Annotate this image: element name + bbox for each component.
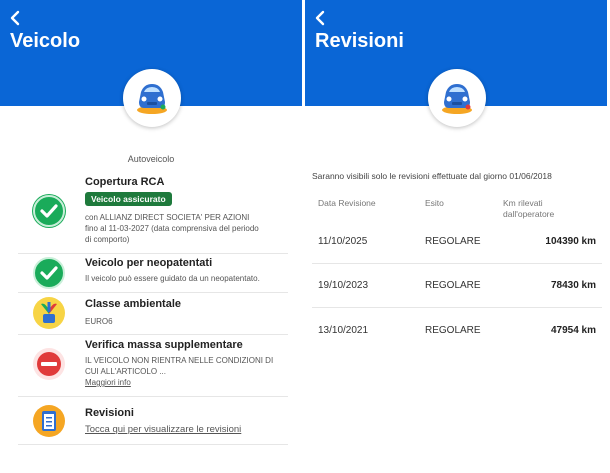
col-header-km-line1: Km rilevati [503,198,543,208]
section-label: Autoveicolo [127,154,175,164]
col-header-esito: Esito [425,198,444,208]
back-button[interactable] [313,10,327,26]
car-icon [137,84,167,114]
car-avatar [428,69,486,127]
classe-detail: EURO6 [85,317,113,326]
revision-esito: REGOLARE [425,325,481,336]
revisioni-row[interactable]: Revisioni Tocca qui per visualizzare le … [18,397,288,445]
massa-row: Verifica massa supplementare IL VEICOLO … [18,335,288,397]
revision-km: 47954 km [550,325,596,336]
rca-title: Copertura RCA [85,176,165,188]
revisions-note: Saranno visibili solo le revisioni effet… [312,171,552,181]
rca-detail-3: di comporto) [85,235,130,244]
neopatentati-row: Veicolo per neopatentati Il veicolo può … [18,254,288,293]
massa-detail-1: IL VEICOLO NON RIENTRA NELLE CONDIZIONI … [85,356,274,365]
back-button[interactable] [8,10,22,26]
revision-date: 11/10/2025 [318,236,368,247]
revision-esito: REGOLARE [425,280,481,291]
page-title: Veicolo [10,30,81,52]
neopatentati-detail: Il veicolo può essere guidato da un neop… [85,274,260,283]
table-row: 19/10/2023 REGOLARE 78430 km [312,264,602,308]
classe-row: Classe ambientale EURO6 [18,293,288,335]
insured-badge: Veicolo assicurato [85,192,172,206]
view-revisions-link[interactable]: Tocca qui per visualizzare le revisioni [85,424,288,435]
col-header-km: Km rilevati dall'operatore [503,198,554,220]
check-icon [32,256,66,290]
revision-km: 104390 km [545,236,596,247]
classe-title: Classe ambientale [85,298,181,310]
page-title: Revisioni [315,30,404,52]
neopatentati-title: Veicolo per neopatentati [85,257,213,269]
rca-detail-1: con ALLIANZ DIRECT SOCIETA' PER AZIONI [85,213,250,222]
col-header-km-line2: dall'operatore [503,209,555,219]
massa-detail-2: CUI ALL'ARTICOLO ... [85,367,166,376]
car-icon [442,84,472,114]
check-icon [32,194,66,228]
eco-plant-icon [32,296,66,330]
massa-title: Verifica massa supplementare [85,339,243,351]
vehicle-panel: Veicolo Autoveicolo Copertura RCA Veicol… [0,0,302,473]
car-avatar [123,69,181,127]
chevron-left-icon [10,10,20,26]
rca-row: Copertura RCA Veicolo assicurato con ALL… [18,172,288,254]
revision-esito: REGOLARE [425,236,481,247]
no-entry-icon [32,347,66,381]
clipboard-icon [32,404,66,438]
revision-km: 78430 km [550,280,596,291]
revisioni-title: Revisioni [85,407,134,419]
revision-date: 13/10/2021 [318,325,369,336]
table-row: 13/10/2021 REGOLARE 47954 km [312,309,602,353]
revisions-panel: Revisioni Saranno visibili solo le revis… [305,0,607,473]
revision-date: 19/10/2023 [318,280,369,291]
chevron-left-icon [315,10,325,26]
rca-detail-2: fino al 11-03-2027 (data comprensiva del… [85,224,259,233]
table-row: 11/10/2025 REGOLARE 104390 km [312,220,602,264]
col-header-date: Data Revisione [318,198,376,208]
more-info-link[interactable]: Maggiori info [85,377,288,388]
